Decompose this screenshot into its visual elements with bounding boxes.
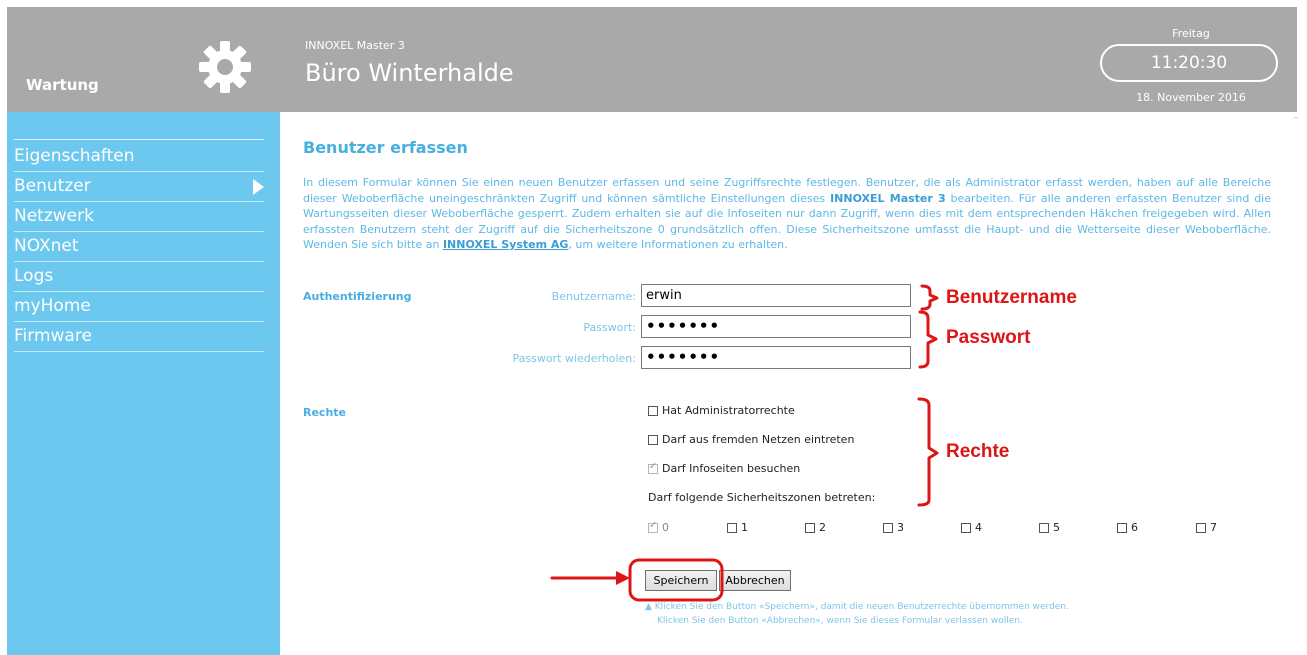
annotation-overlay (550, 284, 939, 602)
annotation-bracket (920, 284, 939, 311)
annotation-password: Passwort (946, 327, 1031, 348)
save-highlight-box (628, 558, 724, 602)
annotation-bracket (918, 310, 938, 369)
app-root: Wartung INNOXEL Master 3 Büro Winterhald… (0, 0, 1307, 655)
annotation-username: Benutzername (946, 287, 1077, 308)
annotation-rights: Rechte (946, 441, 1010, 462)
arrow-head-icon (616, 571, 630, 585)
annotation-bracket (917, 397, 939, 507)
